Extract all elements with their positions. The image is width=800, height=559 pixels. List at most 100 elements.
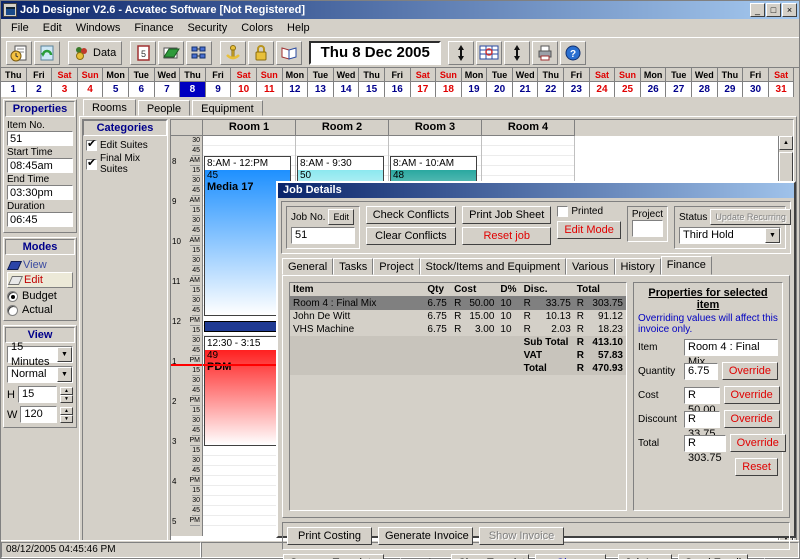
date-cell-23[interactable]: Fri 23 — [564, 68, 590, 97]
width-value[interactable]: 120 — [20, 406, 57, 423]
menu-item-colors[interactable]: Colors — [234, 21, 280, 35]
spin-down-icon[interactable]: ▼ — [60, 394, 73, 403]
menu-item-finance[interactable]: Finance — [127, 21, 180, 35]
date-cell-6[interactable]: Tue 6 — [128, 68, 155, 97]
category-final-mix-suites[interactable]: Final Mix Suites — [83, 152, 167, 176]
date-cell-21[interactable]: Wed 21 — [512, 68, 539, 97]
room-header-4[interactable]: Room 4 — [482, 120, 575, 136]
date-cell-16[interactable]: Fri 16 — [384, 68, 411, 97]
edit-job-no-button[interactable]: Edit — [328, 209, 354, 225]
table-row[interactable]: Room 4 : Final Mix 6.75 R 50.00 10 R 33.75 R 303… — [290, 296, 626, 310]
height-value[interactable]: 15 — [17, 386, 57, 403]
print-job-sheet-button[interactable]: Print Job Sheet — [462, 206, 552, 224]
clipboard-calendar-icon[interactable]: 5 — [130, 40, 157, 65]
date-cell-5[interactable]: Mon 5 — [103, 68, 129, 97]
interval-select[interactable]: 15 Minutes ▼ — [7, 341, 73, 368]
date-cell-26[interactable]: Mon 26 — [640, 68, 667, 97]
grid-cell[interactable] — [203, 136, 295, 146]
width-spin-buttons[interactable]: ▲ ▼ — [60, 406, 73, 423]
organize-grid-icon[interactable] — [186, 40, 213, 65]
scroll-up-icon[interactable]: ▲ — [779, 136, 793, 150]
job-no-field[interactable]: 51 — [291, 227, 355, 244]
date-cell-7[interactable]: Wed 7 — [154, 68, 181, 97]
date-cell-22[interactable]: Thu 22 — [538, 68, 565, 97]
padlock-icon[interactable] — [248, 40, 275, 65]
prev-arrow-icon[interactable] — [448, 40, 475, 65]
mode-view-option[interactable]: View — [7, 258, 73, 272]
dialog-tab-stock-items[interactable]: Stock/Items and Equipment — [419, 258, 567, 275]
budget-radio[interactable] — [7, 290, 18, 302]
menu-item-security[interactable]: Security — [180, 21, 234, 35]
date-cell-13[interactable]: Tue 13 — [308, 68, 334, 97]
grid-cell[interactable] — [389, 136, 481, 146]
item-no-field[interactable]: 51 — [7, 131, 73, 146]
job-log-button[interactable]: Job Log — [617, 554, 672, 559]
save-as-template-button[interactable]: Save as Template — [283, 554, 385, 559]
date-cell-15[interactable]: Thu 15 — [359, 68, 385, 97]
dialog-tab-general[interactable]: General — [282, 258, 334, 275]
checkbox[interactable] — [86, 138, 97, 151]
tab-people[interactable]: People — [137, 100, 191, 116]
reset-job-button[interactable]: Reset job — [462, 227, 552, 245]
grid-cell[interactable] — [296, 146, 388, 156]
menu-item-windows[interactable]: Windows — [69, 21, 128, 35]
date-cell-3[interactable]: Sat 3 — [52, 68, 78, 97]
refresh-icon[interactable] — [34, 40, 60, 65]
prop-quantity-field[interactable]: 6.75 — [684, 362, 718, 380]
spin-up-icon[interactable]: ▲ — [60, 386, 73, 395]
date-cell-30[interactable]: Fri 30 — [743, 68, 769, 97]
budget-radio-row[interactable]: Budget — [7, 290, 73, 302]
date-cell-28[interactable]: Wed 28 — [692, 68, 718, 97]
room-header-1[interactable]: Room 1 — [203, 120, 296, 136]
date-cell-25[interactable]: Sun 25 — [615, 68, 641, 97]
edit-mode-button[interactable]: Edit Mode — [557, 221, 621, 239]
prop-discount-field[interactable]: R 33.75 — [684, 410, 720, 440]
actual-radio[interactable] — [7, 304, 18, 316]
date-cell-18[interactable]: Sun 18 — [436, 68, 462, 97]
table-row[interactable]: John De Witt 6.75 R 15.00 10 R 10.13 R 91.12 — [290, 310, 626, 323]
dialog-tab-project[interactable]: Project — [373, 258, 420, 275]
spin-down-icon[interactable]: ▼ — [60, 414, 73, 423]
date-cell-11[interactable]: Sun 11 — [256, 68, 283, 97]
date-cell-2[interactable]: Fri 2 — [26, 68, 53, 97]
spin-up-icon[interactable]: ▲ — [60, 406, 73, 415]
grid-cell[interactable] — [296, 136, 388, 146]
anchor-icon[interactable] — [220, 40, 247, 65]
date-cell-24[interactable]: Sat 24 — [589, 68, 616, 97]
project-field[interactable] — [631, 220, 663, 237]
grid-cell[interactable] — [389, 146, 481, 156]
end-time-field[interactable]: 03:30pm — [7, 185, 73, 200]
date-cell-31[interactable]: Sat 31 — [768, 68, 795, 97]
tab-rooms[interactable]: Rooms — [83, 99, 136, 116]
printed-checkbox[interactable] — [557, 206, 569, 217]
width-stepper[interactable]: W 120 ▲ ▼ — [7, 406, 73, 423]
chevron-down-icon[interactable]: ▼ — [765, 228, 780, 243]
height-stepper[interactable]: H 15 ▲ ▼ — [7, 386, 73, 403]
chevron-down-icon[interactable]: ▼ — [57, 347, 72, 362]
prop-item-field[interactable]: Room 4 : Final Mix — [684, 339, 778, 368]
grid-cell[interactable] — [482, 146, 574, 156]
date-cell-29[interactable]: Thu 29 — [717, 68, 744, 97]
dialog-tab-finance[interactable]: Finance — [660, 256, 712, 275]
grid-cell[interactable] — [203, 146, 295, 156]
dialog-tab-history[interactable]: History — [614, 258, 661, 275]
mode-edit-option[interactable]: Edit — [7, 272, 73, 288]
date-cell-1[interactable]: Thu 1 — [1, 68, 27, 97]
data-button[interactable]: Data — [68, 40, 123, 65]
override-quantity-button[interactable]: Override — [721, 362, 778, 380]
date-cell-8[interactable]: Thu 8 — [180, 68, 206, 97]
print-costing-button[interactable]: Print Costing — [287, 527, 372, 545]
printed-checkbox-row[interactable]: Printed — [557, 206, 621, 217]
next-arrow-icon[interactable] — [504, 40, 531, 65]
override-discount-button[interactable]: Override — [723, 410, 780, 428]
duration-field[interactable]: 06:45 — [7, 212, 73, 227]
menu-item-file[interactable]: File — [4, 21, 36, 35]
prop-cost-field[interactable]: R 50.00 — [684, 386, 720, 416]
grid-cell[interactable] — [482, 156, 574, 166]
date-cell-10[interactable]: Sat 10 — [231, 68, 257, 97]
status-select[interactable]: Third Hold ▼ — [679, 227, 781, 244]
clear-conflicts-button[interactable]: Clear Conflicts — [365, 227, 457, 245]
printer-icon[interactable] — [532, 40, 559, 65]
category-edit-suites[interactable]: Edit Suites — [83, 138, 167, 152]
reset-overrides-button[interactable]: Reset — [735, 458, 778, 476]
